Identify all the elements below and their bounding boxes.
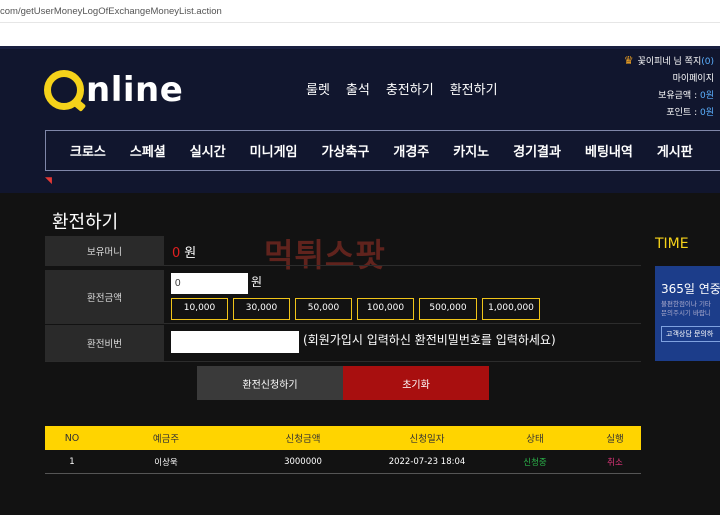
table-header: NO 예금주 신청금액 신청일자 상태 실행 bbox=[45, 426, 641, 450]
nav-minigame[interactable]: 미니게임 bbox=[238, 141, 310, 160]
top-menu: 룰렛 출석 충전하기 환전하기 bbox=[306, 79, 498, 98]
page-title: 환전하기 bbox=[52, 212, 119, 233]
logo-q-icon bbox=[44, 70, 84, 110]
amount-unit: 원 bbox=[251, 275, 263, 289]
url-text[interactable]: com/getUserMoneyLogOfExchangeMoneyList.a… bbox=[0, 6, 222, 17]
col-no: NO bbox=[64, 432, 80, 444]
quick-1000000-button[interactable]: 1,000,000 bbox=[482, 298, 540, 320]
balance-row: 보유머니 0원 bbox=[45, 236, 641, 266]
sidebar: TIME 365일 연중 불편한점이나 기타 문의주시기 바랍니 고객상담 문의… bbox=[655, 236, 720, 361]
point-value: 0원 bbox=[699, 108, 714, 118]
browser-address-bar[interactable]: com/getUserMoneyLogOfExchangeMoneyList.a… bbox=[0, 0, 720, 46]
banner-line-1: 불편한점이나 기타 bbox=[661, 300, 711, 308]
nav-dog-race[interactable]: 개경주 bbox=[381, 141, 441, 160]
top-menu-roulette[interactable]: 룰렛 bbox=[306, 79, 330, 98]
main-nav: 크로스 스페셜 실시간 미니게임 가상축구 개경주 카지노 경기결과 베팅내역 … bbox=[45, 130, 720, 171]
col-status: 상태 bbox=[526, 434, 544, 445]
balance-row-label: 보유머니 bbox=[45, 236, 164, 266]
user-info: ♛ 꽃이피네 님 쪽지(0) 마이페이지 보유금액 : 0원 포인트 : 0원 bbox=[624, 52, 714, 122]
point-label: 포인트 : bbox=[666, 108, 698, 118]
support-inquiry-button[interactable]: 고객상담 문의하 bbox=[661, 326, 720, 342]
quick-500000-button[interactable]: 500,000 bbox=[419, 298, 477, 320]
support-banner: 365일 연중 불편한점이나 기타 문의주시기 바랍니 고객상담 문의하 bbox=[655, 266, 720, 361]
time-label: TIME bbox=[655, 236, 689, 252]
col-amount: 신청금액 bbox=[285, 434, 321, 445]
balance-value: 0원 bbox=[699, 91, 714, 101]
message-count[interactable]: (0) bbox=[701, 57, 714, 67]
exchange-password-input[interactable] bbox=[171, 331, 299, 353]
apply-exchange-button[interactable]: 환전신청하기 bbox=[197, 366, 343, 400]
amount-input[interactable] bbox=[171, 273, 248, 294]
mypage-link[interactable]: 마이페이지 bbox=[624, 71, 714, 88]
amount-row: 환전금액 원 10,000 30,000 50,000 100,000 500,… bbox=[45, 270, 641, 324]
quick-50000-button[interactable]: 50,000 bbox=[295, 298, 352, 320]
col-action: 실행 bbox=[606, 434, 624, 445]
balance-label: 보유금액 : bbox=[658, 91, 698, 101]
nav-virtual-soccer[interactable]: 가상축구 bbox=[310, 141, 382, 160]
balance-unit: 원 bbox=[184, 246, 197, 261]
balance-amount: 0 bbox=[172, 246, 181, 261]
exchange-history-table: NO 예금주 신청금액 신청일자 상태 실행 1 이상욱 3000000 202… bbox=[45, 426, 641, 474]
quick-100000-button[interactable]: 100,000 bbox=[357, 298, 414, 320]
site-header: nline 룰렛 출석 충전하기 환전하기 ♛ 꽃이피네 님 쪽지(0) 마이페이… bbox=[0, 46, 720, 193]
nav-board[interactable]: 게시판 bbox=[645, 141, 705, 160]
cell-holder: 이상욱 bbox=[154, 457, 178, 468]
nav-live[interactable]: 실시간 bbox=[178, 141, 238, 160]
point-line: 포인트 : 0원 bbox=[624, 105, 714, 122]
cancel-button[interactable]: 취소 bbox=[589, 456, 641, 468]
cell-no: 1 bbox=[69, 456, 75, 467]
reset-button[interactable]: 초기화 bbox=[343, 366, 489, 400]
top-menu-attendance[interactable]: 출석 bbox=[346, 79, 370, 98]
divider bbox=[0, 22, 720, 23]
top-menu-deposit[interactable]: 충전하기 bbox=[386, 79, 434, 98]
cell-date: 2022-07-23 18:04 bbox=[388, 456, 466, 467]
table-row: 1 이상욱 3000000 2022-07-23 18:04 신청중 취소 bbox=[45, 450, 641, 474]
site-logo[interactable]: nline bbox=[44, 68, 183, 112]
top-menu-exchange[interactable]: 환전하기 bbox=[450, 79, 498, 98]
amount-row-label: 환전금액 bbox=[45, 270, 164, 324]
nav-bet-history[interactable]: 베팅내역 bbox=[573, 141, 645, 160]
divider bbox=[0, 46, 720, 49]
nav-casino[interactable]: 카지노 bbox=[441, 141, 501, 160]
quick-30000-button[interactable]: 30,000 bbox=[233, 298, 290, 320]
cell-status: 신청중 bbox=[523, 457, 547, 468]
user-greeting: 꽃이피네 님 쪽지 bbox=[637, 57, 702, 67]
col-date: 신청일자 bbox=[409, 434, 445, 445]
balance-line: 보유금액 : 0원 bbox=[624, 88, 714, 105]
cell-amount: 3000000 bbox=[284, 456, 322, 467]
logo-text: nline bbox=[86, 70, 184, 110]
exchange-form: 보유머니 0원 환전금액 원 10,000 30,000 50,000 100,… bbox=[45, 236, 641, 362]
col-holder: 예금주 bbox=[152, 434, 180, 445]
password-row-label: 환전비번 bbox=[45, 325, 164, 361]
crown-icon: ♛ bbox=[623, 54, 634, 67]
nav-results[interactable]: 경기결과 bbox=[501, 141, 573, 160]
password-hint: (회원가입시 입력하신 환전비밀번호를 입력하세요) bbox=[303, 333, 556, 347]
password-row: 환전비번 (회원가입시 입력하신 환전비밀번호를 입력하세요) bbox=[45, 324, 641, 362]
banner-title: 365일 연중 bbox=[661, 282, 720, 296]
quick-amount-buttons: 10,000 30,000 50,000 100,000 500,000 1,0… bbox=[171, 298, 540, 320]
rss-icon[interactable]: ◥ bbox=[45, 177, 54, 186]
banner-line-2: 문의주시기 바랍니 bbox=[661, 309, 711, 317]
quick-10000-button[interactable]: 10,000 bbox=[171, 298, 228, 320]
nav-cross[interactable]: 크로스 bbox=[46, 141, 118, 160]
balance-display: 0원 bbox=[172, 242, 196, 261]
user-greeting-line: ♛ 꽃이피네 님 쪽지(0) bbox=[624, 52, 714, 71]
nav-special[interactable]: 스페셜 bbox=[118, 141, 178, 160]
banner-text: 불편한점이나 기타 문의주시기 바랍니 bbox=[661, 300, 711, 318]
